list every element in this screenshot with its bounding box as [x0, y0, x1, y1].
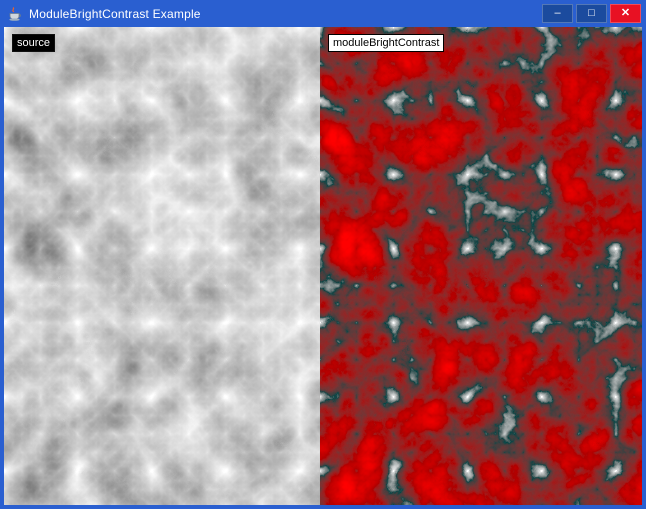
image-content-area: source moduleBrightContrast — [4, 27, 642, 505]
app-window: ModuleBrightContrast Example – □ ✕ sourc… — [0, 0, 646, 509]
titlebar[interactable]: ModuleBrightContrast Example – □ ✕ — [0, 0, 646, 27]
result-panel: moduleBrightContrast — [320, 27, 642, 505]
source-label: source — [12, 34, 55, 52]
window-controls: – □ ✕ — [542, 4, 641, 23]
maximize-button[interactable]: □ — [576, 4, 607, 23]
source-image — [4, 27, 320, 505]
result-image — [320, 27, 642, 505]
minimize-button[interactable]: – — [542, 4, 573, 23]
java-coffee-cup-icon — [7, 6, 23, 22]
result-label: moduleBrightContrast — [328, 34, 444, 52]
window-title: ModuleBrightContrast Example — [29, 7, 542, 21]
close-button[interactable]: ✕ — [610, 4, 641, 23]
source-panel: source — [4, 27, 320, 505]
